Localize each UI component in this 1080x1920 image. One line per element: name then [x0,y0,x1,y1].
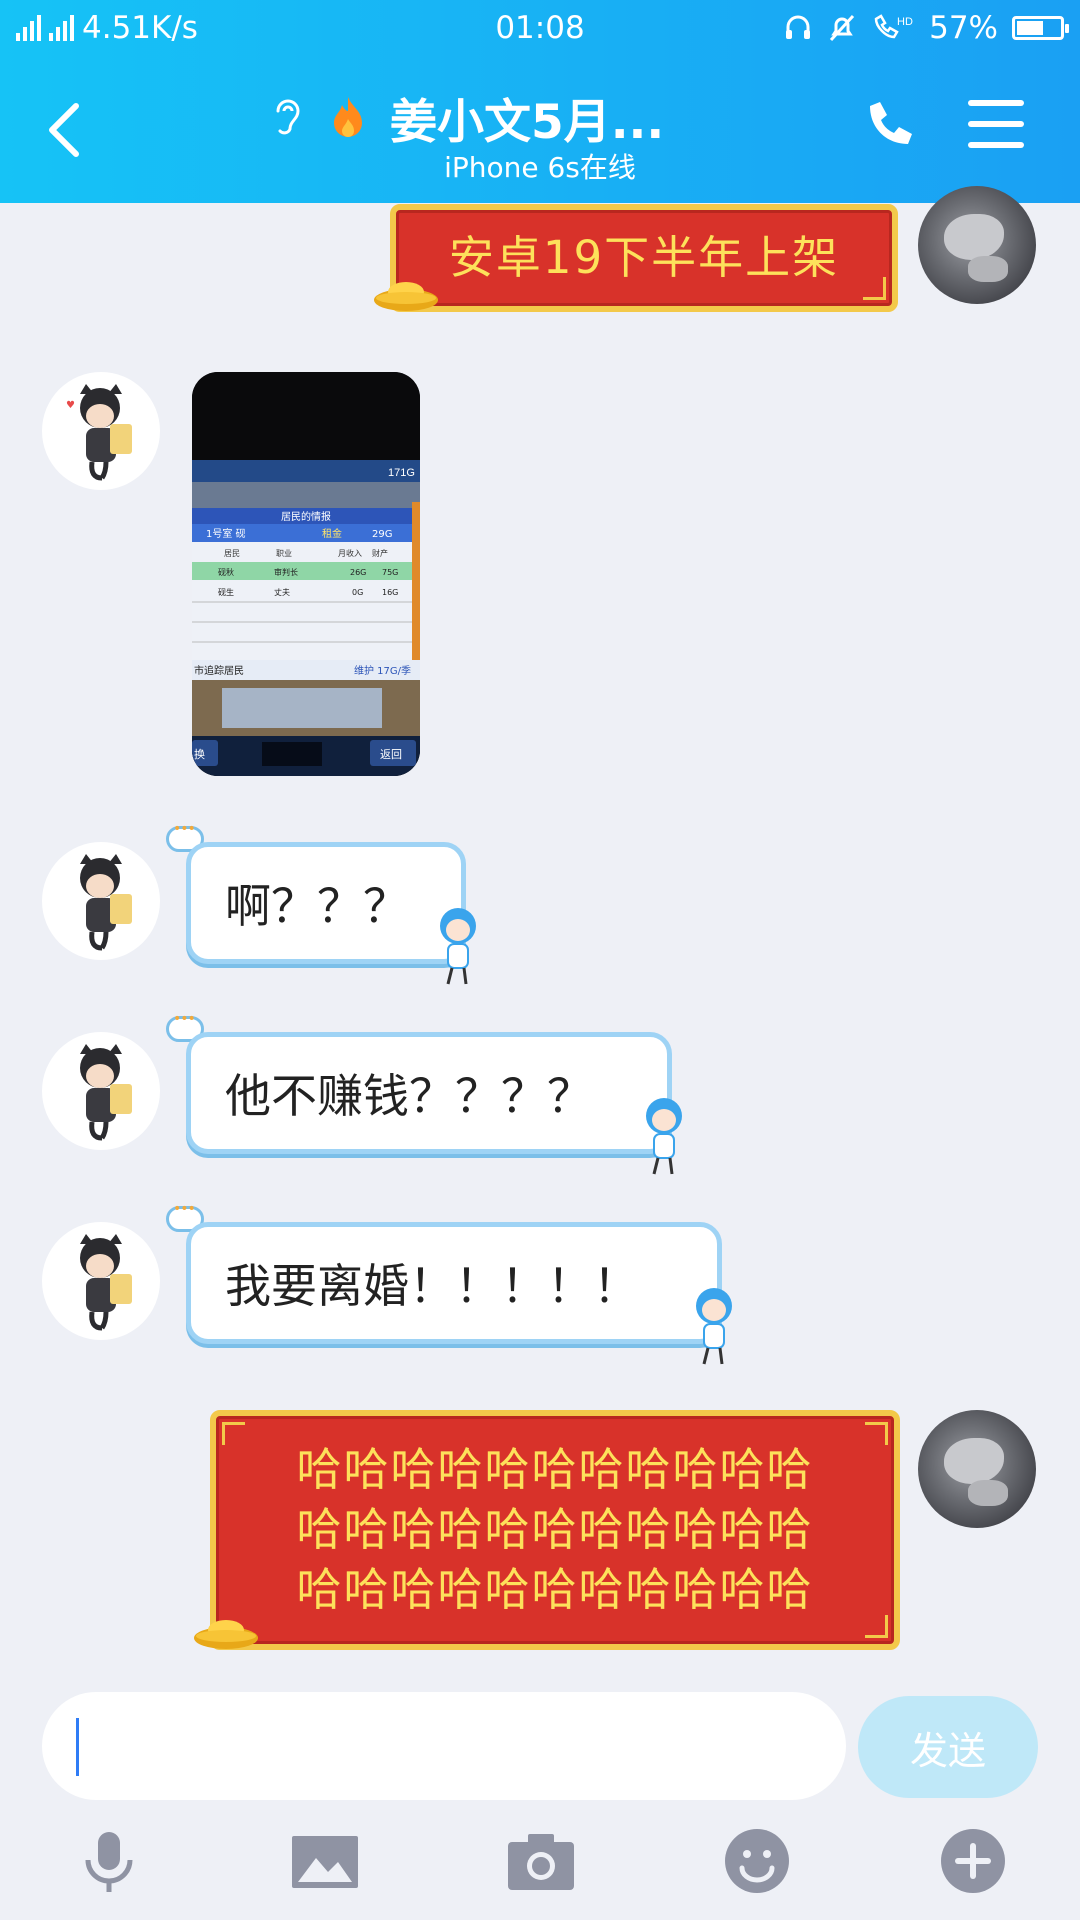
phone-icon[interactable] [862,100,914,156]
chibi-girl-sticker-icon [696,1288,732,1365]
status-right: HD 57% [783,8,1069,48]
svg-text:财产: 财产 [372,548,388,558]
message-bubble-sent[interactable]: 哈哈哈哈哈哈哈哈哈哈哈 哈哈哈哈哈哈哈哈哈哈哈 哈哈哈哈哈哈哈哈哈哈哈 [210,1410,900,1650]
my-avatar[interactable] [918,1410,1036,1528]
game-screenshot: 171G 居民的情报 1号室 砚 租金 29G 居民 职业 月收入 财产 砚秋 … [192,372,420,776]
svg-text:26G: 26G [350,568,366,577]
gold-ingot-icon [374,282,438,311]
battery-percent: 57% [929,10,998,46]
menu-icon[interactable] [968,100,1024,152]
message-text-line: 哈哈哈哈哈哈哈哈哈哈哈 [296,1563,814,1616]
text-cursor [76,1718,79,1776]
message-text: 他不赚钱？？？？ [225,1069,593,1123]
svg-text:0G: 0G [352,588,363,597]
svg-text:租金: 租金 [322,527,342,540]
svg-text:市追踪居民: 市追踪居民 [194,664,244,677]
message-bubble-received[interactable]: 他不赚钱？？？？ [186,1032,672,1154]
ear-icon [276,99,300,135]
contact-avatar[interactable]: ♥ [42,372,160,490]
contact-avatar[interactable] [42,1032,160,1150]
message-input[interactable] [42,1692,846,1800]
svg-text:砚秋: 砚秋 [218,567,234,577]
camera-icon[interactable] [506,1826,576,1896]
svg-text:16G: 16G [382,588,398,597]
online-status: iPhone 6s在线 [444,151,636,184]
chibi-cat-boy-icon: ♥ [66,384,132,481]
bell-muted-icon [829,14,855,42]
chibi-cat-boy-icon [80,1044,132,1141]
svg-text:居民的情报: 居民的情报 [281,510,331,523]
image-icon[interactable] [290,1826,360,1896]
plus-icon[interactable] [938,1826,1008,1896]
send-button[interactable]: 发送 [858,1696,1038,1798]
corner-ornament [222,1422,245,1445]
message-text: 啊？？？ [225,879,409,933]
contact-avatar[interactable] [42,842,160,960]
svg-text:审判长: 审判长 [274,567,298,577]
svg-text:居民: 居民 [224,549,240,558]
message-text-line: 哈哈哈哈哈哈哈哈哈哈哈 [296,1443,814,1496]
gold-ingot-icon [194,1620,258,1649]
image-message[interactable]: 171G 居民的情报 1号室 砚 租金 29G 居民 职业 月收入 财产 砚秋 … [192,372,420,776]
chibi-cat-boy-icon [80,1234,132,1331]
message-text: 安卓19下半年上架 [448,231,840,284]
svg-text:维护 17G/季: 维护 17G/季 [354,664,411,677]
chibi-girl-sticker-icon [440,908,476,985]
chat-title: 姜小文5月... [390,94,665,150]
svg-text:171G: 171G [388,467,415,479]
svg-text:75G: 75G [382,568,398,577]
headset-icon [786,15,811,39]
mic-icon[interactable] [74,1826,144,1896]
fire-icon [334,97,362,137]
title-row[interactable]: 姜小文5月... [270,82,664,152]
message-bubble-received[interactable]: 我要离婚！！！！！ [186,1222,722,1344]
message-bubble-sent[interactable]: 安卓19下半年上架 [390,204,898,312]
svg-text:29G: 29G [372,529,392,540]
message-text-line: 哈哈哈哈哈哈哈哈哈哈哈 [296,1503,814,1556]
svg-text:返回: 返回 [380,748,402,761]
message-bubble-received[interactable]: 啊？？？ [186,842,466,964]
chat-header: 4.51K/s 01:08 HD 57% 姜小文5月... iPhone 6s在… [0,0,1080,203]
contact-avatar[interactable] [42,1222,160,1340]
svg-text:砚生: 砚生 [218,587,234,597]
chibi-girl-sticker-icon [646,1098,682,1175]
corner-ornament [865,1615,888,1638]
chibi-cat-boy-icon [80,854,132,951]
my-avatar[interactable] [918,186,1036,304]
battery-icon [1012,16,1069,40]
svg-text:HD: HD [897,16,913,28]
corner-ornament [865,1422,888,1445]
svg-text:月收入: 月收入 [338,548,362,558]
emoji-icon[interactable] [722,1826,792,1896]
svg-text:换: 换 [194,747,205,761]
svg-text:1号室 砚: 1号室 砚 [206,527,246,540]
hd-call-icon: HD [874,14,913,39]
corner-ornament [863,277,886,300]
svg-text:♥: ♥ [66,400,75,411]
svg-text:丈夫: 丈夫 [274,587,290,597]
svg-text:职业: 职业 [276,548,292,558]
message-text: 我要离婚！！！！！ [225,1259,639,1313]
